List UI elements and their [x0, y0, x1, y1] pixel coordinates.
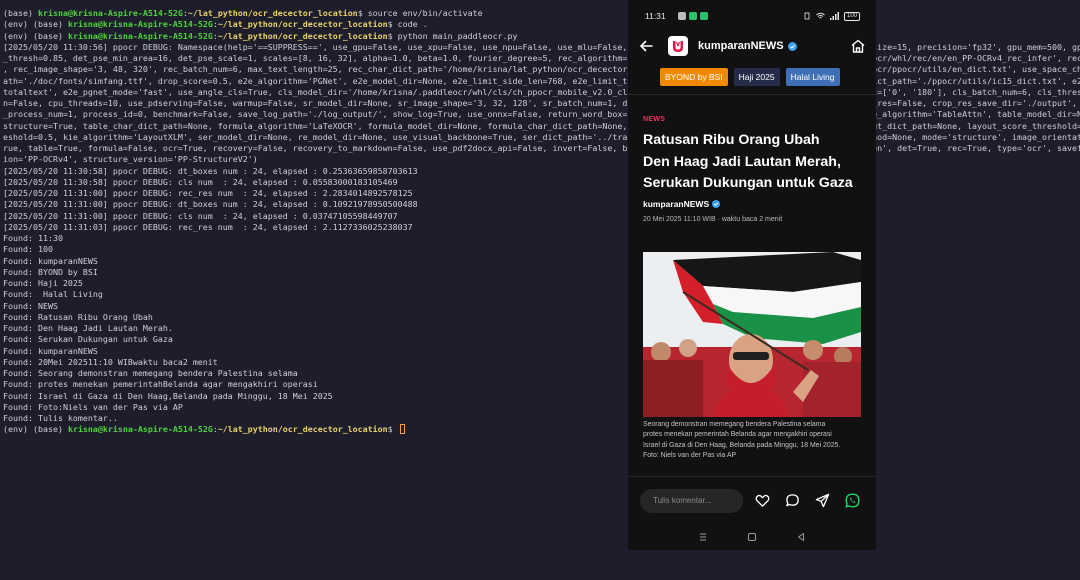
whatsapp-notification-icon [688, 12, 697, 20]
article-author[interactable]: kumparanNEWS [643, 199, 709, 209]
phone-screen: 11:31 100 kumparanNEWS BYOND by BSI Haji… [628, 0, 876, 550]
caption-line: protes menekan pemerintah Belanda agar m… [643, 431, 832, 439]
status-right: 100 [803, 11, 860, 21]
whatsapp-icon[interactable] [845, 493, 860, 508]
terminal-debug-line: [2025/05/20 11:31:00] ppocr DEBUG: cls n… [3, 210, 398, 221]
notification-icon [677, 12, 686, 20]
wifi-icon [816, 12, 825, 19]
divider [628, 94, 876, 95]
vibrate-icon [804, 12, 810, 20]
back-nav-icon[interactable] [796, 532, 806, 542]
terminal-found-line: Found: 11:30 [3, 233, 63, 243]
verified-badge-icon [712, 200, 721, 208]
terminal-found-line: Found: Den Haag Jadi Lautan Merah. [3, 323, 173, 333]
tag-haji[interactable]: Haji 2025 [733, 68, 780, 86]
kumparan-logo[interactable] [668, 36, 688, 56]
article-meta: 20 Mei 2025 11:10 WIB · waktu baca 2 men… [643, 216, 783, 223]
terminal-found-line: Found: Foto:Niels van der Pas via AP [3, 401, 183, 412]
terminal-prompt-line[interactable]: (env) (base) krisna@krisna-Aspire-A514-5… [3, 424, 1080, 435]
terminal-debug-line: [2025/05/20 11:31:00] ppocr DEBUG: rec_r… [3, 188, 413, 198]
terminal-debug-line: [2025/05/20 11:31:03] ppocr DEBUG: rec_r… [3, 221, 413, 232]
status-bar: 11:31 100 [628, 0, 876, 32]
terminal-debug-line: [2025/05/20 11:30:58] ppocr DEBUG: dt_bo… [3, 165, 418, 176]
back-arrow-icon[interactable] [638, 38, 654, 54]
terminal-output-line: eshold=0.5, kie_algorithm='LayoutXLM', s… [3, 131, 1080, 142]
terminal-output-line: [2025/05/20 11:30:56] ppocr DEBUG: Names… [3, 41, 1080, 52]
terminal-debug-line: [2025/05/20 11:31:00] ppocr DEBUG: dt_bo… [3, 199, 418, 210]
like-heart-icon[interactable] [755, 493, 770, 508]
terminal-prompt-line: (base) krisna@krisna-Aspire-A514-52G:~/l… [3, 8, 483, 18]
terminal-found-line: Found: kumparanNEWS [3, 345, 98, 356]
recent-apps-icon[interactable] [698, 532, 708, 542]
protest-photo-illustration [643, 252, 861, 417]
terminal-output-line: ion='PP-OCRv4', structure_version='PP-St… [3, 154, 258, 165]
verified-badge-icon [787, 41, 797, 51]
terminal-output-line: _thresh=0.85, det_pse_min_area=16, det_p… [3, 53, 1080, 63]
home-nav-icon[interactable] [747, 532, 757, 542]
kumparan-logo-icon [673, 41, 683, 52]
headline-line: Ratusan Ribu Orang Ubah [643, 132, 820, 148]
comment-bar [628, 476, 876, 524]
terminal-found-line: Found: Ratusan Ribu Orang Ubah [3, 311, 153, 322]
terminal-found-line: Found: NEWS [3, 300, 58, 311]
comment-bubble-icon[interactable] [785, 493, 800, 508]
author-row[interactable]: kumparanNEWS [643, 199, 721, 209]
battery-icon: 100 [843, 11, 860, 21]
caption-line: Israel di Gaza di Den Haag, Belanda pada… [643, 441, 841, 449]
tag-byond[interactable]: BYOND by BSI [660, 68, 728, 86]
share-send-icon[interactable] [815, 493, 830, 508]
article-category[interactable]: NEWS [643, 116, 665, 123]
terminal-found-line: Found: Israel di Gaza di Den Haag,Beland… [3, 390, 333, 401]
terminal-found-line: Found: BYOND by BSI [3, 266, 98, 277]
terminal-prompt-line: (env) (base) krisna@krisna-Aspire-A514-5… [3, 30, 518, 41]
action-icons [755, 493, 860, 508]
terminal-output-line: totaltext', e2e_pgnet_mode='fast', use_a… [3, 86, 1080, 97]
terminal-prompt-line: (env) (base) krisna@krisna-Aspire-A514-5… [3, 19, 428, 30]
tag-halal-living[interactable]: Halal Living [785, 68, 840, 86]
brand-name[interactable]: kumparanNEWS [698, 40, 784, 52]
home-icon[interactable] [850, 38, 866, 54]
terminal-found-line: Found: Halal Living [3, 289, 103, 300]
tag-list: BYOND by BSI Haji 2025 Halal Living [660, 68, 840, 86]
photo-caption: Seorang demonstran memegang bendera Pale… [643, 420, 865, 462]
terminal-found-line: Found: 20Mei 202511:10 WIBwaktu baca2 me… [3, 356, 218, 367]
terminal-found-line: Found: Haji 2025 [3, 278, 83, 288]
terminal-cursor [399, 424, 405, 435]
signal-icon [829, 12, 839, 20]
terminal-found-line: Found: protes menekan pemerintahBelanda … [3, 379, 318, 390]
notification-icons [677, 12, 708, 20]
caption-line: Foto: Niels van der Pas via AP [643, 452, 737, 460]
android-nav-bar [628, 524, 876, 550]
terminal-output-line: , rec_image_shape='3, 48, 320', rec_batc… [3, 64, 1080, 75]
terminal-output-line: _process_num=1, process_id=0, benchmark=… [3, 109, 1080, 120]
app-header: kumparanNEWS [628, 32, 876, 60]
article-headline: Ratusan Ribu Orang Ubah Den Haag Jadi La… [643, 130, 868, 195]
status-time: 11:31 [645, 11, 666, 21]
terminal[interactable]: (base) krisna@krisna-Aspire-A514-52G:~/l… [0, 0, 1080, 580]
terminal-output-line: ath='./doc/fonts/simfang.ttf', drop_scor… [3, 75, 1080, 86]
terminal-output-line: n=False, cpu_threads=10, use_pdserving=F… [3, 98, 1080, 108]
terminal-found-line: Found: Serukan Dukungan untuk Gaza [3, 334, 173, 345]
terminal-found-line: Found: 100 [3, 244, 53, 255]
whatsapp-notification-icon [699, 12, 708, 20]
terminal-output-line: structure=True, table_char_dict_path=Non… [3, 120, 1080, 131]
terminal-output-line: rue, table=True, formula=False, ocr=True… [3, 143, 1080, 153]
headline-line: Serukan Dukungan untuk Gaza [643, 175, 853, 191]
terminal-found-line: Found: kumparanNEWS [3, 255, 98, 266]
terminal-found-line: Found: Tulis komentar.. [3, 413, 118, 423]
terminal-found-line: Found: Seorang demonstran memegang bende… [3, 368, 298, 378]
article-photo[interactable] [643, 252, 861, 417]
headline-line: Den Haag Jadi Lautan Merah, [643, 153, 841, 170]
terminal-debug-line: [2025/05/20 11:30:58] ppocr DEBUG: cls n… [3, 176, 398, 187]
caption-line: Seorang demonstran memegang bendera Pale… [643, 421, 826, 428]
comment-input[interactable] [640, 488, 743, 513]
